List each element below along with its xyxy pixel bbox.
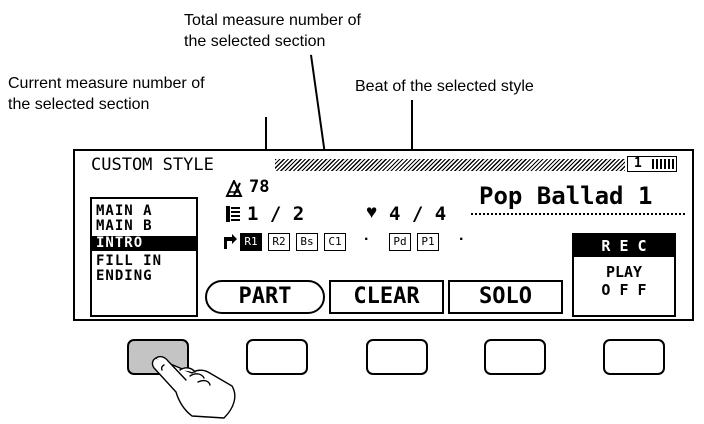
style-name: Pop Ballad 1	[479, 182, 653, 210]
part-pd[interactable]: Pd	[389, 233, 411, 251]
clear-softkey[interactable]: CLEAR	[329, 280, 444, 314]
annotation-beat: Beat of the selected style	[355, 78, 534, 95]
lcd-title: CUSTOM STYLE	[91, 155, 214, 175]
part-c1[interactable]: C1	[324, 233, 346, 251]
page-indicator-number: 1	[634, 156, 642, 171]
page-indicator: 1	[627, 156, 677, 172]
part-separator: ·	[459, 231, 465, 248]
title-hatch-bar	[275, 159, 625, 171]
section-main-a[interactable]: MAIN A	[92, 204, 198, 219]
annotation-total-measure: Total measure number of the selected sec…	[184, 10, 361, 52]
section-list: MAIN A MAIN B INTRO FILL IN ENDING	[90, 197, 198, 317]
annotation-current-measure-line1: Current measure number of	[8, 75, 205, 92]
beat-value: 4 / 4	[389, 203, 447, 225]
measure-value: 1 / 2	[247, 203, 305, 225]
part-softkey[interactable]: PART	[205, 280, 325, 314]
section-intro[interactable]: INTRO	[92, 236, 198, 251]
hardware-button-4[interactable]	[484, 339, 546, 375]
off-mode[interactable]: O F F	[574, 281, 674, 299]
lcd-display: CUSTOM STYLE 1 78 1 / 2 ♥ 4 / 4 Pop Ball…	[73, 149, 694, 321]
mode-box: R E C PLAY O F F	[572, 233, 676, 317]
heart-icon: ♥	[366, 202, 378, 223]
hand-icon	[151, 355, 236, 419]
measure-icon	[226, 206, 240, 222]
part-r1[interactable]: R1	[240, 233, 262, 251]
solo-softkey[interactable]: SOLO	[448, 280, 563, 314]
part-separator: ·	[364, 231, 370, 248]
tempo-value: 78	[249, 177, 270, 197]
hardware-button-3[interactable]	[366, 339, 428, 375]
page-indicator-bars	[652, 159, 674, 169]
hardware-button-5[interactable]	[603, 339, 665, 375]
annotation-current-measure: Current measure number of the selected s…	[8, 73, 205, 115]
annotation-total-measure-line1: Total measure number of	[184, 12, 361, 29]
style-name-underline	[471, 213, 685, 215]
play-mode[interactable]: PLAY	[574, 263, 674, 281]
annotation-current-measure-line2: the selected section	[8, 96, 150, 113]
annotation-total-measure-line2: the selected section	[184, 33, 326, 50]
metronome-icon	[225, 180, 243, 197]
part-p1[interactable]: P1	[417, 233, 439, 251]
part-bs[interactable]: Bs	[296, 233, 318, 251]
rec-mode[interactable]: R E C	[574, 235, 674, 257]
section-fill-in[interactable]: FILL IN	[92, 254, 198, 269]
section-ending[interactable]: ENDING	[92, 269, 198, 284]
arrow-icon	[224, 234, 237, 249]
section-main-b[interactable]: MAIN B	[92, 219, 198, 234]
part-r2[interactable]: R2	[268, 233, 290, 251]
hardware-button-2[interactable]	[246, 339, 308, 375]
